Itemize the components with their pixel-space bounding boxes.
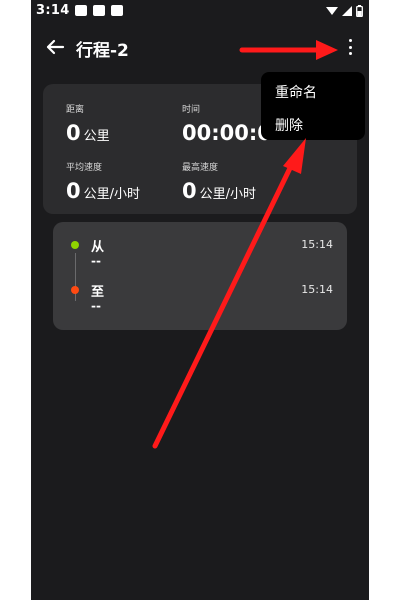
avg-speed-value: 0 (66, 179, 81, 203)
distance-label: 距离 (66, 105, 85, 115)
system-icons (326, 5, 363, 17)
delete-menu-item[interactable]: 删除 (275, 115, 303, 135)
time-stat: 时间 00:00:0 (182, 102, 272, 145)
signal-icon (342, 6, 352, 16)
to-label: 至 (91, 285, 105, 300)
time-label: 时间 (182, 105, 201, 115)
status-bar: 3:14 (31, 0, 369, 24)
app-notification-icon (93, 5, 105, 16)
avg-speed-stat: 平均速度 0 公里/小时 (66, 160, 140, 203)
status-time: 3:14 (36, 3, 70, 18)
more-vertical-icon (348, 39, 352, 42)
more-options-button[interactable] (345, 36, 355, 58)
from-label: 从 (91, 240, 105, 255)
max-speed-label: 最高速度 (182, 163, 219, 173)
image-notification-icon (75, 5, 87, 16)
phone-screen: 3:14 行程-2 距离 0 公里 时间 00:00:0 平均速度 0 公里/小… (31, 0, 369, 600)
rename-menu-item[interactable]: 重命名 (275, 82, 317, 102)
distance-unit: 公里 (83, 129, 110, 144)
max-speed-value: 0 (182, 179, 197, 203)
from-place: -- (91, 254, 101, 268)
download-notification-icon (111, 5, 123, 16)
from-time: 15:14 (301, 238, 333, 251)
avg-speed-unit: 公里/小时 (83, 187, 141, 202)
distance-value: 0 (66, 121, 81, 145)
end-point-dot (71, 286, 79, 294)
to-place: -- (91, 299, 101, 313)
max-speed-unit: 公里/小时 (199, 187, 257, 202)
avg-speed-label: 平均速度 (66, 163, 103, 173)
wifi-icon (326, 7, 338, 15)
start-point-dot (71, 241, 79, 249)
route-card: 从 -- 15:14 至 -- 15:14 (53, 222, 347, 330)
time-value: 00:00:0 (182, 121, 272, 145)
to-time: 15:14 (301, 283, 333, 296)
app-bar: 行程-2 (31, 30, 369, 66)
back-button[interactable] (43, 34, 69, 60)
overflow-menu: 重命名 删除 (261, 72, 365, 140)
distance-stat: 距离 0 公里 (66, 102, 110, 145)
arrow-left-icon (46, 39, 65, 55)
max-speed-stat: 最高速度 0 公里/小时 (182, 160, 256, 203)
notification-icons (75, 5, 123, 16)
page-title: 行程-2 (76, 41, 129, 61)
battery-icon (356, 5, 363, 17)
